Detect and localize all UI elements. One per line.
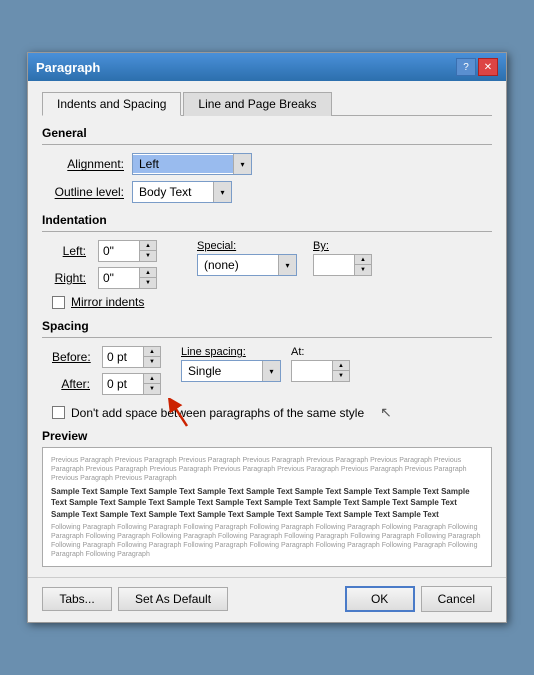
- special-dropdown-btn[interactable]: ▾: [278, 255, 296, 275]
- line-spacing-dropdown-btn[interactable]: ▾: [262, 361, 280, 381]
- mirror-indents-row: Mirror indents: [52, 295, 492, 309]
- tab-bar: Indents and Spacing Line and Page Breaks: [42, 91, 492, 116]
- spacing-before-up-btn[interactable]: ▲: [144, 347, 160, 357]
- by-label: By:: [313, 240, 372, 252]
- preview-sample-text: Sample Text Sample Text Sample Text Samp…: [51, 486, 483, 520]
- indentation-special-col: Special: (none) ▾ By: ▲ ▼: [197, 240, 372, 289]
- mirror-indents-label: Mirror indents: [71, 295, 144, 309]
- at-group: At: ▲ ▼: [291, 346, 350, 382]
- mouse-cursor-icon: ↖: [380, 404, 392, 421]
- indent-left-label: Left:: [52, 244, 92, 258]
- at-label: At:: [291, 346, 350, 358]
- at-up-btn[interactable]: ▲: [333, 361, 349, 371]
- indentation-left-col: Left: ▲ ▼ Right: ▲: [52, 240, 157, 289]
- at-spinbox[interactable]: ▲ ▼: [291, 360, 350, 382]
- spacing-after-row: After: ▲ ▼: [52, 373, 161, 395]
- mirror-indents-checkbox[interactable]: [52, 296, 65, 309]
- outline-level-dropdown-btn[interactable]: ▾: [213, 182, 231, 202]
- tabs-button[interactable]: Tabs...: [42, 587, 112, 611]
- title-bar-buttons: ? ✕: [456, 58, 498, 76]
- indent-left-row: Left: ▲ ▼: [52, 240, 157, 262]
- spacing-left-col: Before: ▲ ▼ After: ▲: [52, 346, 161, 400]
- alignment-value: Left: [133, 155, 233, 173]
- tab-line-and-page-breaks[interactable]: Line and Page Breaks: [183, 92, 331, 116]
- red-arrow-indicator: [167, 398, 197, 431]
- cancel-button[interactable]: Cancel: [421, 586, 492, 612]
- spacing-right-col: Line spacing: Single ▾ At: ▲ ▼: [181, 346, 492, 400]
- footer-left: Tabs... Set As Default: [42, 587, 228, 611]
- at-value[interactable]: [292, 362, 332, 380]
- preview-box: Previous Paragraph Previous Paragraph Pr…: [42, 447, 492, 567]
- spacing-divider: [42, 337, 492, 338]
- line-spacing-label: Line spacing:: [181, 346, 281, 358]
- line-spacing-value: Single: [182, 362, 262, 380]
- general-section-label: General: [42, 126, 492, 140]
- at-down-btn[interactable]: ▼: [333, 371, 349, 381]
- footer-right: OK Cancel: [345, 586, 492, 612]
- spacing-before-label: Before:: [52, 350, 96, 364]
- by-value[interactable]: [314, 256, 354, 274]
- line-spacing-dropdown[interactable]: Single ▾: [181, 360, 281, 382]
- by-up-btn[interactable]: ▲: [355, 255, 371, 265]
- tab-indents-and-spacing[interactable]: Indents and Spacing: [42, 92, 181, 116]
- special-dropdown[interactable]: (none) ▾: [197, 254, 297, 276]
- spacing-before-down-btn[interactable]: ▼: [144, 357, 160, 367]
- line-spacing-group: Line spacing: Single ▾: [181, 346, 281, 382]
- indent-left-spinbox[interactable]: ▲ ▼: [98, 240, 157, 262]
- special-value: (none): [198, 256, 278, 274]
- title-bar: Paragraph ? ✕: [28, 53, 506, 81]
- outline-level-row: Outline level: Body Text ▾: [42, 181, 492, 203]
- indent-right-up-btn[interactable]: ▲: [140, 268, 156, 278]
- outline-level-label: Outline level:: [42, 185, 132, 199]
- indentation-section-label: Indentation: [42, 213, 492, 227]
- indent-left-down-btn[interactable]: ▼: [140, 251, 156, 261]
- alignment-row: Alignment: Left ▾: [42, 153, 492, 175]
- indentation-divider: [42, 231, 492, 232]
- indent-right-label: Right:: [52, 271, 92, 285]
- spacing-after-value[interactable]: [103, 375, 143, 393]
- dialog-title: Paragraph: [36, 60, 100, 75]
- spacing-section-label: Spacing: [42, 319, 492, 333]
- indent-left-value[interactable]: [99, 242, 139, 260]
- spacing-before-value[interactable]: [103, 348, 143, 366]
- by-down-btn[interactable]: ▼: [355, 265, 371, 275]
- special-label: Special:: [197, 240, 297, 252]
- dont-add-space-row: Don't add space between paragraphs of th…: [52, 404, 492, 421]
- dont-add-space-label: Don't add space between paragraphs of th…: [71, 406, 364, 420]
- special-group: Special: (none) ▾: [197, 240, 297, 276]
- set-as-default-button[interactable]: Set As Default: [118, 587, 228, 611]
- indent-right-row: Right: ▲ ▼: [52, 267, 157, 289]
- spacing-before-spinbox[interactable]: ▲ ▼: [102, 346, 161, 368]
- help-button[interactable]: ?: [456, 58, 476, 76]
- spacing-after-label: After:: [52, 377, 96, 391]
- spacing-before-row: Before: ▲ ▼: [52, 346, 161, 368]
- alignment-dropdown[interactable]: Left ▾: [132, 153, 252, 175]
- spacing-after-down-btn[interactable]: ▼: [144, 384, 160, 394]
- dont-add-space-checkbox[interactable]: [52, 406, 65, 419]
- close-button[interactable]: ✕: [478, 58, 498, 76]
- indent-right-value[interactable]: [99, 269, 139, 287]
- outline-level-dropdown[interactable]: Body Text ▾: [132, 181, 232, 203]
- indent-right-spinbox[interactable]: ▲ ▼: [98, 267, 157, 289]
- outline-level-value: Body Text: [133, 183, 213, 201]
- indent-left-up-btn[interactable]: ▲: [140, 241, 156, 251]
- ok-button[interactable]: OK: [345, 586, 415, 612]
- alignment-label: Alignment:: [42, 157, 132, 171]
- dialog-footer: Tabs... Set As Default OK Cancel: [28, 577, 506, 622]
- alignment-dropdown-btn[interactable]: ▾: [233, 154, 251, 174]
- general-divider: [42, 144, 492, 145]
- indent-right-down-btn[interactable]: ▼: [140, 278, 156, 288]
- spacing-after-up-btn[interactable]: ▲: [144, 374, 160, 384]
- spacing-after-spinbox[interactable]: ▲ ▼: [102, 373, 161, 395]
- by-spinbox[interactable]: ▲ ▼: [313, 254, 372, 276]
- preview-section-label: Preview: [42, 429, 492, 443]
- preview-following-text: Following Paragraph Following Paragraph …: [51, 523, 483, 559]
- preview-gray-text: Previous Paragraph Previous Paragraph Pr…: [51, 456, 483, 483]
- by-group: By: ▲ ▼: [313, 240, 372, 276]
